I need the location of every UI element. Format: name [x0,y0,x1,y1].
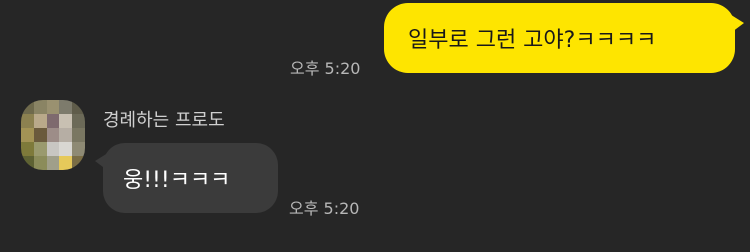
pixelated-avatar-icon[interactable] [21,100,85,170]
message-timestamp: 오후 5:20 [289,199,360,218]
bubble-tail [95,151,111,173]
bubble-tail [728,13,744,35]
outgoing-message-bubble[interactable]: 일부로 그런 고야?ㅋㅋㅋㅋ [384,3,744,73]
incoming-message-bubble[interactable]: 웅!!!ㅋㅋㅋ [95,143,278,213]
message-text: 웅!!!ㅋㅋㅋ [123,168,231,193]
message-timestamp: 오후 5:20 [290,59,361,78]
message-text: 일부로 그런 고야?ㅋㅋㅋㅋ [408,28,657,53]
sender-name: 경례하는 프로도 [103,110,225,131]
